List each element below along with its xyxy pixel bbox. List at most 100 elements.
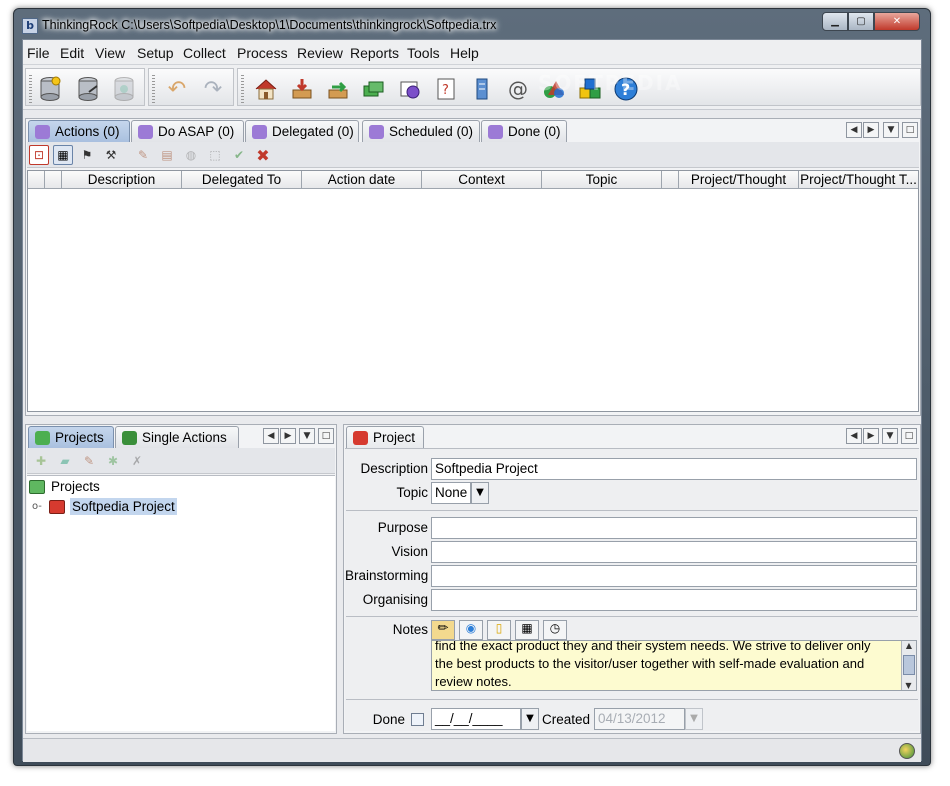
tree-root-projects[interactable]: Projects bbox=[51, 479, 100, 494]
filter-icon[interactable]: ⚑ bbox=[77, 145, 97, 165]
toolbar-grip[interactable] bbox=[29, 75, 32, 103]
notes-scrollbar[interactable]: ▲ ▼ bbox=[901, 641, 916, 690]
pencil-icon[interactable]: ✏ bbox=[431, 620, 455, 640]
done-date-field[interactable]: __/__/____ bbox=[431, 708, 521, 730]
toolbar-grip[interactable] bbox=[152, 75, 155, 103]
status-indicator-icon[interactable] bbox=[899, 743, 915, 759]
add-subproject-icon[interactable]: ▰ bbox=[55, 451, 75, 471]
clock-icon[interactable]: ◷ bbox=[543, 620, 567, 640]
menu-reports[interactable]: Reports bbox=[350, 45, 399, 61]
brainstorming-field[interactable] bbox=[431, 565, 917, 587]
tab-scroll-left-button[interactable]: ◀ bbox=[846, 428, 862, 444]
action-bubble-icon[interactable]: ◍ bbox=[181, 145, 201, 165]
review-icon[interactable] bbox=[360, 75, 388, 103]
add-project-icon[interactable]: ✚ bbox=[31, 451, 51, 471]
globe-icon[interactable]: ◉ bbox=[459, 620, 483, 640]
reports-icon[interactable]: ? bbox=[432, 75, 460, 103]
tab-scroll-left-button[interactable]: ◀ bbox=[846, 122, 862, 138]
close-button[interactable]: ✕ bbox=[874, 12, 920, 31]
done-checkbox[interactable] bbox=[411, 713, 424, 726]
tab-list-dropdown[interactable]: ▼ bbox=[883, 122, 899, 138]
menu-collect[interactable]: Collect bbox=[183, 45, 226, 61]
topic-select[interactable]: None bbox=[431, 482, 471, 504]
menu-edit[interactable]: Edit bbox=[60, 45, 84, 61]
col-selector[interactable] bbox=[28, 171, 45, 189]
title-bar[interactable]: b ThinkingRock C:\Users\Softpedia\Deskto… bbox=[14, 9, 930, 39]
scroll-thumb[interactable] bbox=[903, 655, 915, 675]
tab-list-dropdown[interactable]: ▼ bbox=[299, 428, 315, 444]
tab-scroll-right-button[interactable]: ▶ bbox=[863, 122, 879, 138]
col-project-thought-type[interactable]: Project/Thought T... bbox=[799, 171, 918, 189]
col-flag[interactable] bbox=[45, 171, 62, 189]
tab-project[interactable]: Project bbox=[346, 426, 424, 448]
col-description[interactable]: Description bbox=[62, 171, 182, 189]
database-disabled-icon[interactable] bbox=[110, 75, 138, 103]
email-icon[interactable]: @ bbox=[504, 75, 532, 103]
organise-icon[interactable] bbox=[468, 75, 496, 103]
brainstorming-label: Brainstorming bbox=[345, 568, 429, 583]
tab-scheduled[interactable]: Scheduled (0) bbox=[362, 120, 480, 142]
tab-scroll-left-button[interactable]: ◀ bbox=[263, 428, 279, 444]
database-open-icon[interactable] bbox=[36, 75, 64, 103]
redo-icon[interactable]: ↷ bbox=[199, 75, 227, 103]
minimize-button[interactable]: ▁ bbox=[822, 12, 848, 31]
scroll-up-icon[interactable]: ▲ bbox=[902, 641, 916, 650]
tree-item-project[interactable]: Softpedia Project bbox=[70, 498, 177, 515]
home-icon[interactable] bbox=[252, 75, 280, 103]
organising-field[interactable] bbox=[431, 589, 917, 611]
attachment-icon[interactable]: ▯ bbox=[487, 620, 511, 640]
action-move-icon[interactable]: ⬚ bbox=[205, 145, 225, 165]
maximize-panel-button[interactable]: □ bbox=[901, 428, 917, 444]
maximize-button[interactable]: ▢ bbox=[848, 12, 874, 31]
single-actions-tab-icon bbox=[122, 431, 137, 445]
notes-textarea[interactable]: find the exact product they and their sy… bbox=[431, 640, 917, 691]
tab-scroll-right-button[interactable]: ▶ bbox=[863, 428, 879, 444]
tab-scroll-right-button[interactable]: ▶ bbox=[280, 428, 296, 444]
projects-icon[interactable] bbox=[396, 75, 424, 103]
action-delete-icon[interactable]: ✖ bbox=[253, 145, 273, 165]
scroll-down-icon[interactable]: ▼ bbox=[902, 681, 915, 690]
menu-file[interactable]: File bbox=[27, 45, 50, 61]
description-field[interactable]: Softpedia Project bbox=[431, 458, 917, 480]
col-project-thought[interactable]: Project/Thought bbox=[679, 171, 799, 189]
tab-actions[interactable]: Actions (0) bbox=[28, 120, 130, 142]
tree-expand-icon[interactable]: o- bbox=[32, 501, 42, 512]
menu-setup[interactable]: Setup bbox=[137, 45, 174, 61]
action-edit-icon[interactable]: ✎ bbox=[133, 145, 153, 165]
tab-delegated[interactable]: Delegated (0) bbox=[245, 120, 359, 142]
database-save-icon[interactable] bbox=[74, 75, 102, 103]
edit-project-icon[interactable]: ✎ bbox=[79, 451, 99, 471]
action-done-icon[interactable]: ✔ bbox=[229, 145, 249, 165]
process-icon[interactable] bbox=[324, 75, 352, 103]
menu-tools[interactable]: Tools bbox=[407, 45, 440, 61]
action-doc-icon[interactable]: ▤ bbox=[157, 145, 177, 165]
col-topic[interactable]: Topic bbox=[542, 171, 662, 189]
maximize-panel-button[interactable]: □ bbox=[902, 122, 918, 138]
col-delegated-to[interactable]: Delegated To bbox=[182, 171, 302, 189]
menu-help[interactable]: Help bbox=[450, 45, 479, 61]
calendar-icon[interactable]: ▦ bbox=[515, 620, 539, 640]
vision-field[interactable] bbox=[431, 541, 917, 563]
maximize-panel-button[interactable]: □ bbox=[318, 428, 334, 444]
tab-projects[interactable]: Projects bbox=[28, 426, 114, 448]
col-context[interactable]: Context bbox=[422, 171, 542, 189]
configure-icon[interactable]: ⚒ bbox=[101, 145, 121, 165]
table-icon[interactable]: ▦ bbox=[53, 145, 73, 165]
collect-icon[interactable] bbox=[288, 75, 316, 103]
delete-project-icon[interactable]: ✗ bbox=[127, 451, 147, 471]
purpose-field[interactable] bbox=[431, 517, 917, 539]
col-spacer[interactable] bbox=[662, 171, 679, 189]
menu-process[interactable]: Process bbox=[237, 45, 288, 61]
tab-list-dropdown[interactable]: ▼ bbox=[882, 428, 898, 444]
topic-dropdown-arrow[interactable]: ▼ bbox=[471, 482, 489, 504]
menu-review[interactable]: Review bbox=[297, 45, 343, 61]
toolbar-grip[interactable] bbox=[241, 75, 244, 103]
pdf-icon[interactable]: ⊡ bbox=[29, 145, 49, 165]
tab-do-asap[interactable]: Do ASAP (0) bbox=[131, 120, 244, 142]
undo-icon[interactable]: ↶ bbox=[163, 75, 191, 103]
tab-single-actions[interactable]: Single Actions bbox=[115, 426, 239, 448]
menu-view[interactable]: View bbox=[95, 45, 125, 61]
move-project-icon[interactable]: ✱ bbox=[103, 451, 123, 471]
tab-done[interactable]: Done (0) bbox=[481, 120, 567, 142]
col-action-date[interactable]: Action date bbox=[302, 171, 422, 189]
